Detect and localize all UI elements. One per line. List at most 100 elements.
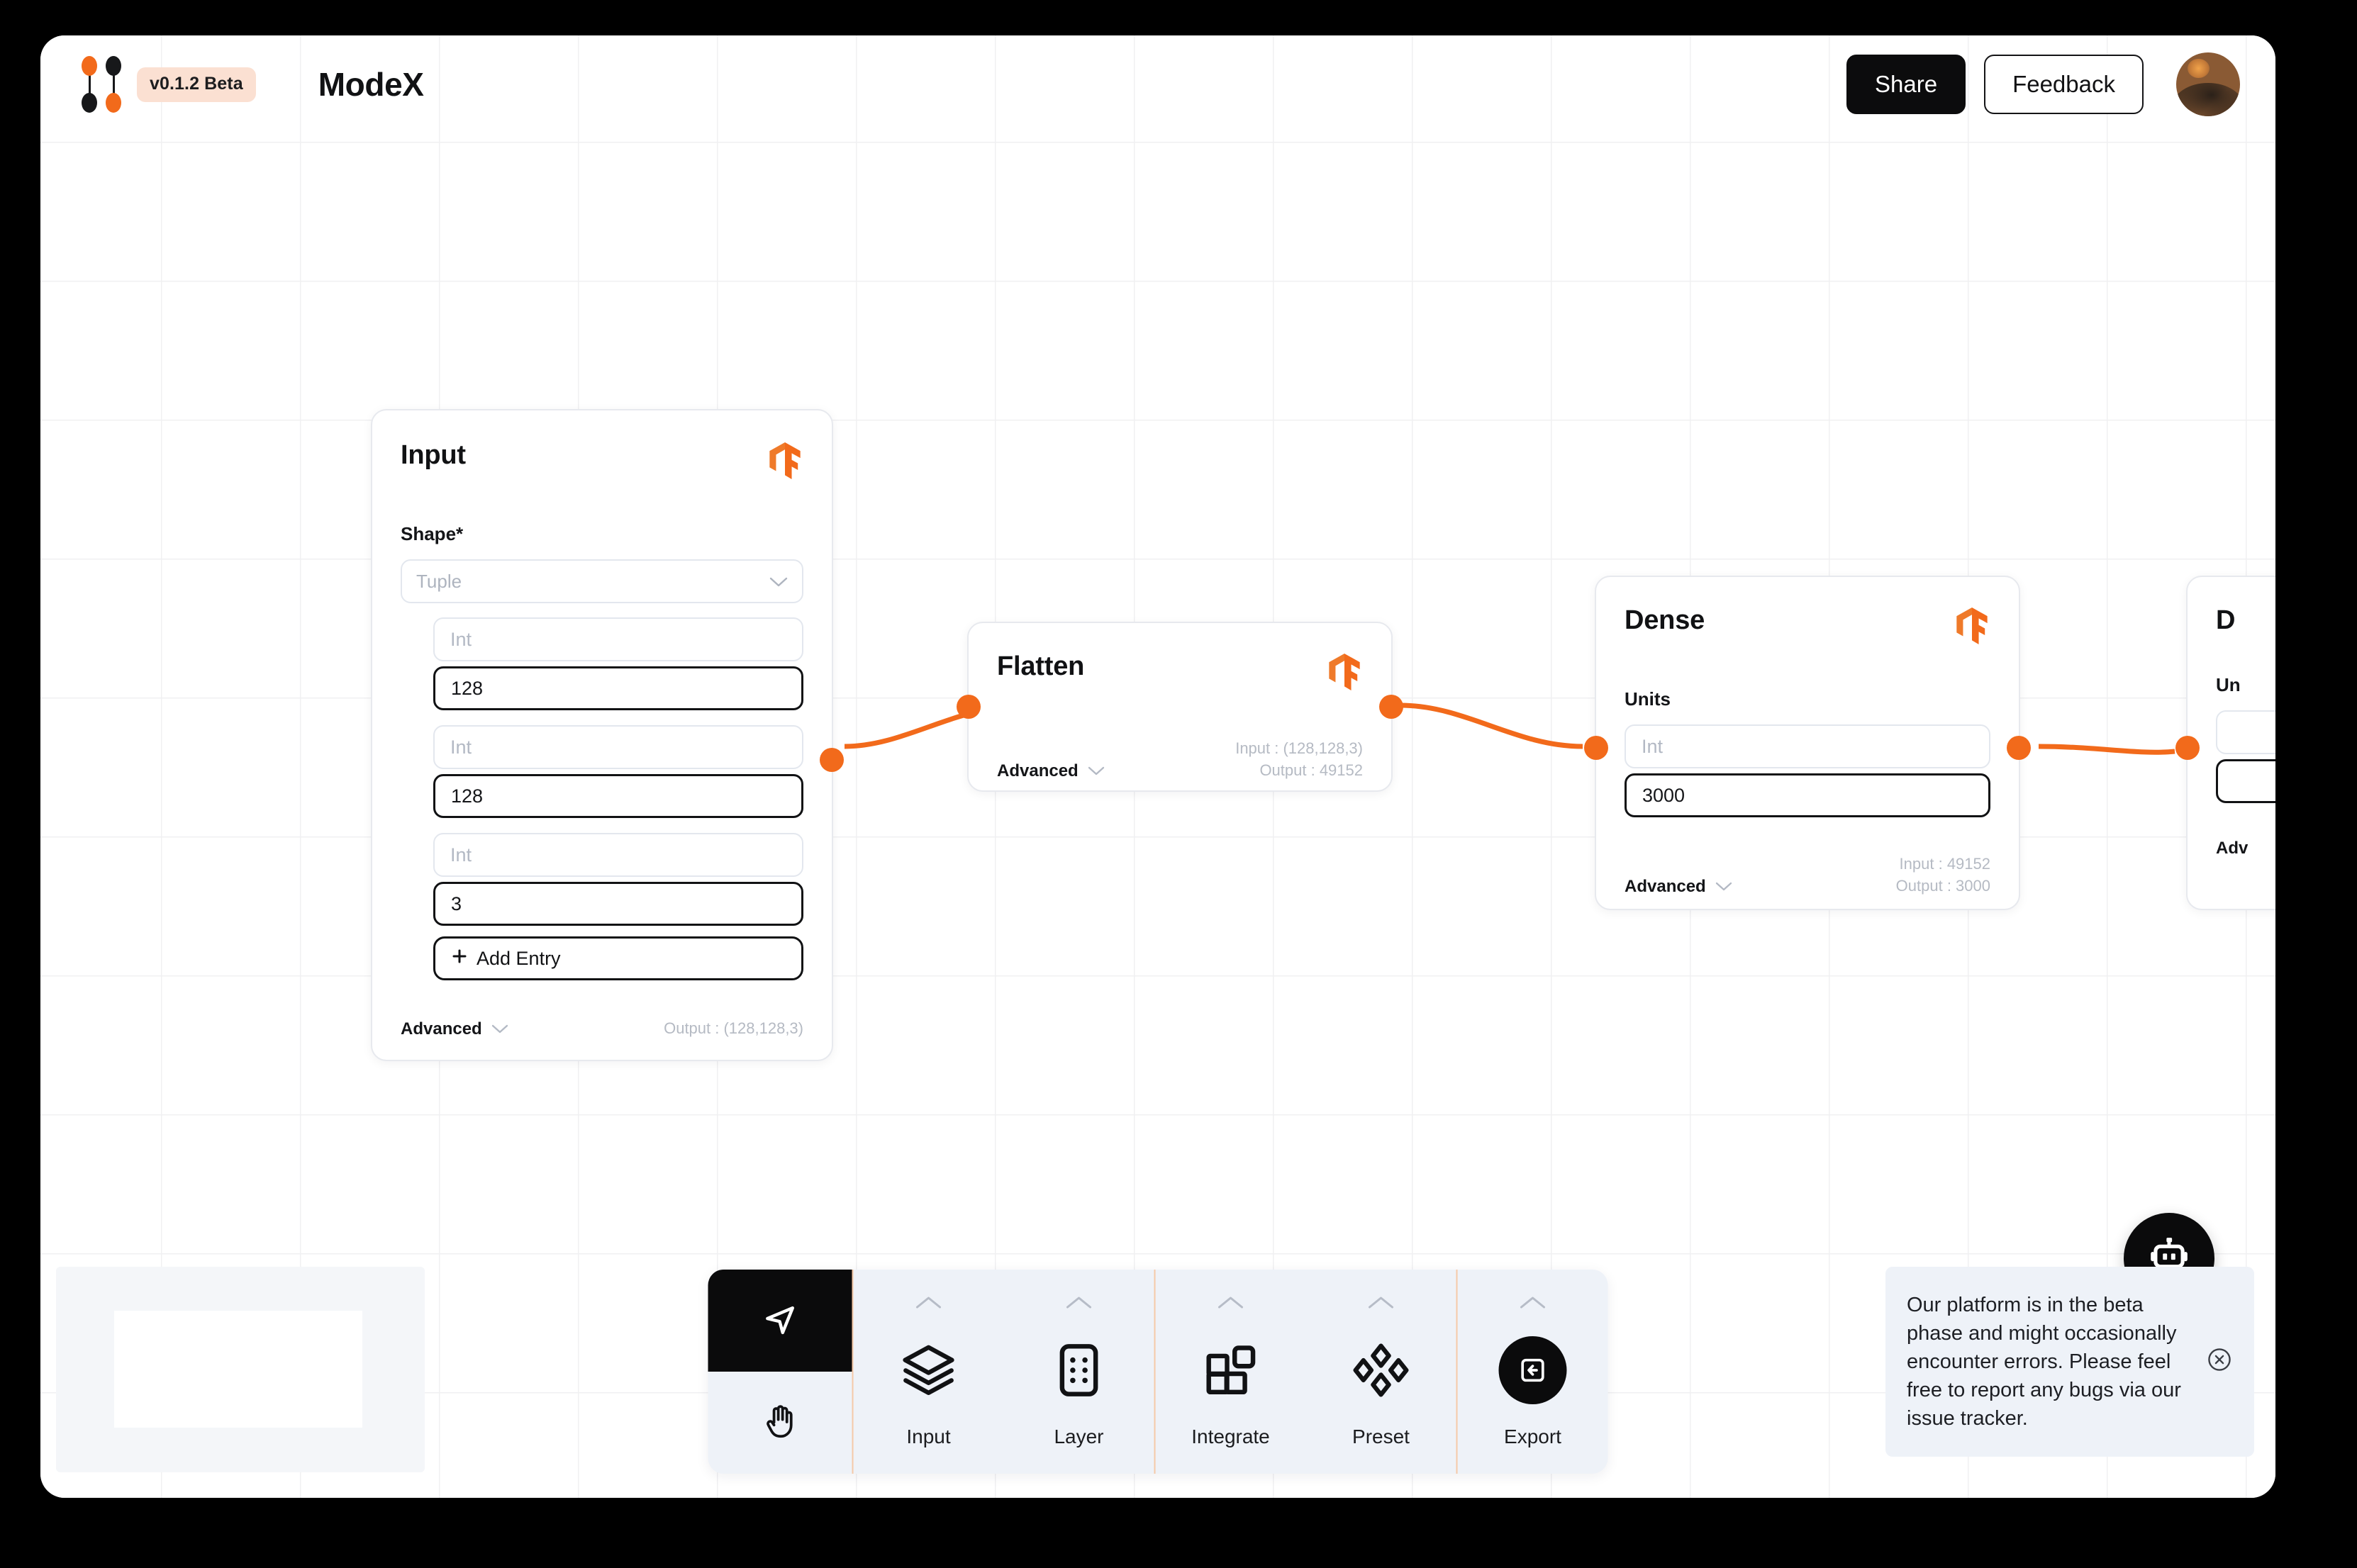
- node-dense-target-handle[interactable]: [1584, 736, 1608, 760]
- cursor-tool-button[interactable]: [708, 1270, 852, 1372]
- advanced-label: Advanced: [401, 1019, 482, 1039]
- node-dense-2-target-handle[interactable]: [2175, 736, 2200, 760]
- node-dense-footer: Advanced Input : 49152 Output : 3000: [1625, 853, 1990, 897]
- tensorflow-icon: [1326, 651, 1363, 696]
- bottom-toolbar: Input Layer Integrate Preset Export: [708, 1270, 1608, 1474]
- node-input[interactable]: Input Shape* Tuple Int 128 Int 128 Int 3…: [371, 409, 844, 1061]
- node-dense[interactable]: Dense Units Int 3000 Advanced Input : 49: [1584, 576, 2031, 910]
- tool-preset-label: Preset: [1352, 1426, 1410, 1447]
- tool-group-export: Export: [1456, 1270, 1608, 1474]
- shape-entry-2-placeholder[interactable]: Int: [433, 833, 803, 877]
- app-window: Input Shape* Tuple Int 128 Int 128 Int 3…: [40, 35, 2275, 1498]
- node-flatten-target-handle[interactable]: [957, 695, 981, 719]
- add-entry-label: Add Entry: [477, 947, 561, 969]
- units-placeholder-input[interactable]: Int: [1625, 724, 1990, 768]
- node-dense-title: Dense: [1625, 605, 1705, 635]
- node-flatten[interactable]: Flatten Advanced Input : (128,128,3) Out…: [957, 622, 1403, 792]
- node-input-title: Input: [401, 440, 466, 470]
- header-actions: Share Feedback: [1846, 52, 2240, 116]
- logo-bar-left: [82, 56, 97, 113]
- tool-layer-label: Layer: [1054, 1426, 1104, 1447]
- app-title: ModeX: [318, 66, 424, 103]
- chevron-down-icon: [1088, 761, 1105, 781]
- node-input-header: Input: [401, 440, 803, 485]
- node-dense-2-header: D: [2216, 605, 2275, 636]
- export-icon-wrapper: [1498, 1315, 1567, 1426]
- close-circle-icon[interactable]: [2206, 1346, 2233, 1377]
- node-dense-2-footer: Adv: [2216, 839, 2275, 858]
- units-field-group: Units Int 3000: [1625, 688, 1990, 817]
- tool-export-label: Export: [1504, 1426, 1561, 1447]
- node-dense-2-title: D: [2216, 605, 2236, 635]
- beta-notice-toast: Our platform is in the beta phase and mi…: [1885, 1266, 2254, 1457]
- shape-entry-1-placeholder[interactable]: Int: [433, 725, 803, 769]
- cursor-icon: [760, 1299, 800, 1343]
- shape-entries: Int 128 Int 128 Int 3 Add Entry: [401, 617, 803, 980]
- tensorflow-icon: [1954, 605, 1990, 650]
- hand-tool-button[interactable]: [708, 1372, 852, 1474]
- shape-entry-0-placeholder[interactable]: Int: [433, 617, 803, 661]
- node-dense-input-info: Input : 49152: [1899, 855, 1990, 873]
- advanced-toggle-dense-2[interactable]: Adv: [2216, 839, 2248, 858]
- export-circle: [1498, 1336, 1567, 1404]
- node-flatten-output-info: Output : 49152: [1259, 761, 1363, 780]
- tool-input-button[interactable]: Input: [854, 1270, 1004, 1474]
- hand-icon: [759, 1401, 801, 1445]
- chevron-up-icon: [1064, 1291, 1094, 1315]
- layers-icon: [898, 1315, 959, 1426]
- units-value-input[interactable]: 3000: [1625, 773, 1990, 817]
- feedback-button[interactable]: Feedback: [1984, 55, 2144, 114]
- node-flatten-source-handle[interactable]: [1379, 695, 1403, 719]
- advanced-toggle-dense[interactable]: Advanced: [1625, 877, 1732, 897]
- node-dense-2[interactable]: D Un Adv: [2175, 576, 2275, 910]
- advanced-label: Advanced: [997, 761, 1079, 781]
- node-dense-source-handle[interactable]: [2007, 736, 2031, 760]
- tool-group-nodes: Input Layer: [854, 1270, 1154, 1474]
- shape-entry-0-value[interactable]: 128: [433, 666, 803, 710]
- version-badge: v0.1.2 Beta: [137, 67, 256, 102]
- advanced-label: Adv: [2216, 839, 2249, 858]
- node-flatten-header: Flatten: [997, 651, 1363, 696]
- node-dense-io-info: Input : 49152 Output : 3000: [1896, 853, 1990, 897]
- tool-preset-button[interactable]: Preset: [1306, 1270, 1456, 1474]
- tool-group-blocks: Integrate Preset: [1154, 1270, 1456, 1474]
- diamonds-icon: [1351, 1315, 1412, 1426]
- chevron-up-icon: [1216, 1291, 1246, 1315]
- shape-entry-2-value[interactable]: 3: [433, 882, 803, 926]
- units-field-group-2: Un: [2216, 674, 2275, 803]
- units-field-label-2: Un: [2216, 674, 2241, 695]
- tool-export-button[interactable]: Export: [1458, 1270, 1608, 1474]
- tool-integrate-button[interactable]: Integrate: [1156, 1270, 1306, 1474]
- chevron-down-icon: [1715, 877, 1732, 897]
- advanced-toggle-flatten[interactable]: Advanced: [997, 761, 1105, 781]
- share-button[interactable]: Share: [1846, 55, 1966, 114]
- layer-grid-icon: [1049, 1315, 1110, 1426]
- toast-message: Our platform is in the beta phase and mi…: [1907, 1293, 2181, 1430]
- add-entry-button[interactable]: Add Entry: [433, 936, 803, 980]
- node-dense-output-info: Output : 3000: [1895, 877, 1990, 895]
- shape-type-select[interactable]: Tuple: [401, 559, 803, 603]
- units-placeholder-input-2[interactable]: [2216, 710, 2275, 754]
- units-value-input-2[interactable]: [2216, 759, 2275, 803]
- minimap-viewport[interactable]: [114, 1311, 362, 1428]
- modex-logo-icon[interactable]: [82, 56, 121, 113]
- shape-type-value: Tuple: [416, 570, 462, 592]
- chevron-up-icon: [914, 1291, 944, 1315]
- tensorflow-icon: [767, 440, 803, 485]
- shape-field-label: Shape*: [401, 523, 464, 544]
- blocks-icon: [1200, 1315, 1261, 1426]
- node-dense-header: Dense: [1625, 605, 1990, 650]
- export-icon: [1521, 1358, 1544, 1382]
- units-field-label: Units: [1625, 688, 1671, 710]
- tool-integrate-label: Integrate: [1191, 1426, 1270, 1447]
- tool-mode-group: [708, 1270, 854, 1474]
- tool-layer-button[interactable]: Layer: [1004, 1270, 1154, 1474]
- node-input-source-handle[interactable]: [820, 748, 844, 772]
- node-flatten-io-info: Input : (128,128,3) Output : 49152: [1235, 737, 1363, 781]
- advanced-toggle-input[interactable]: Advanced: [401, 1019, 508, 1039]
- shape-entry-1-value[interactable]: 128: [433, 774, 803, 818]
- avatar[interactable]: [2176, 52, 2240, 116]
- node-input-output-info: Output : (128,128,3): [664, 1019, 803, 1037]
- chevron-down-icon: [769, 571, 788, 593]
- minimap[interactable]: [56, 1267, 425, 1472]
